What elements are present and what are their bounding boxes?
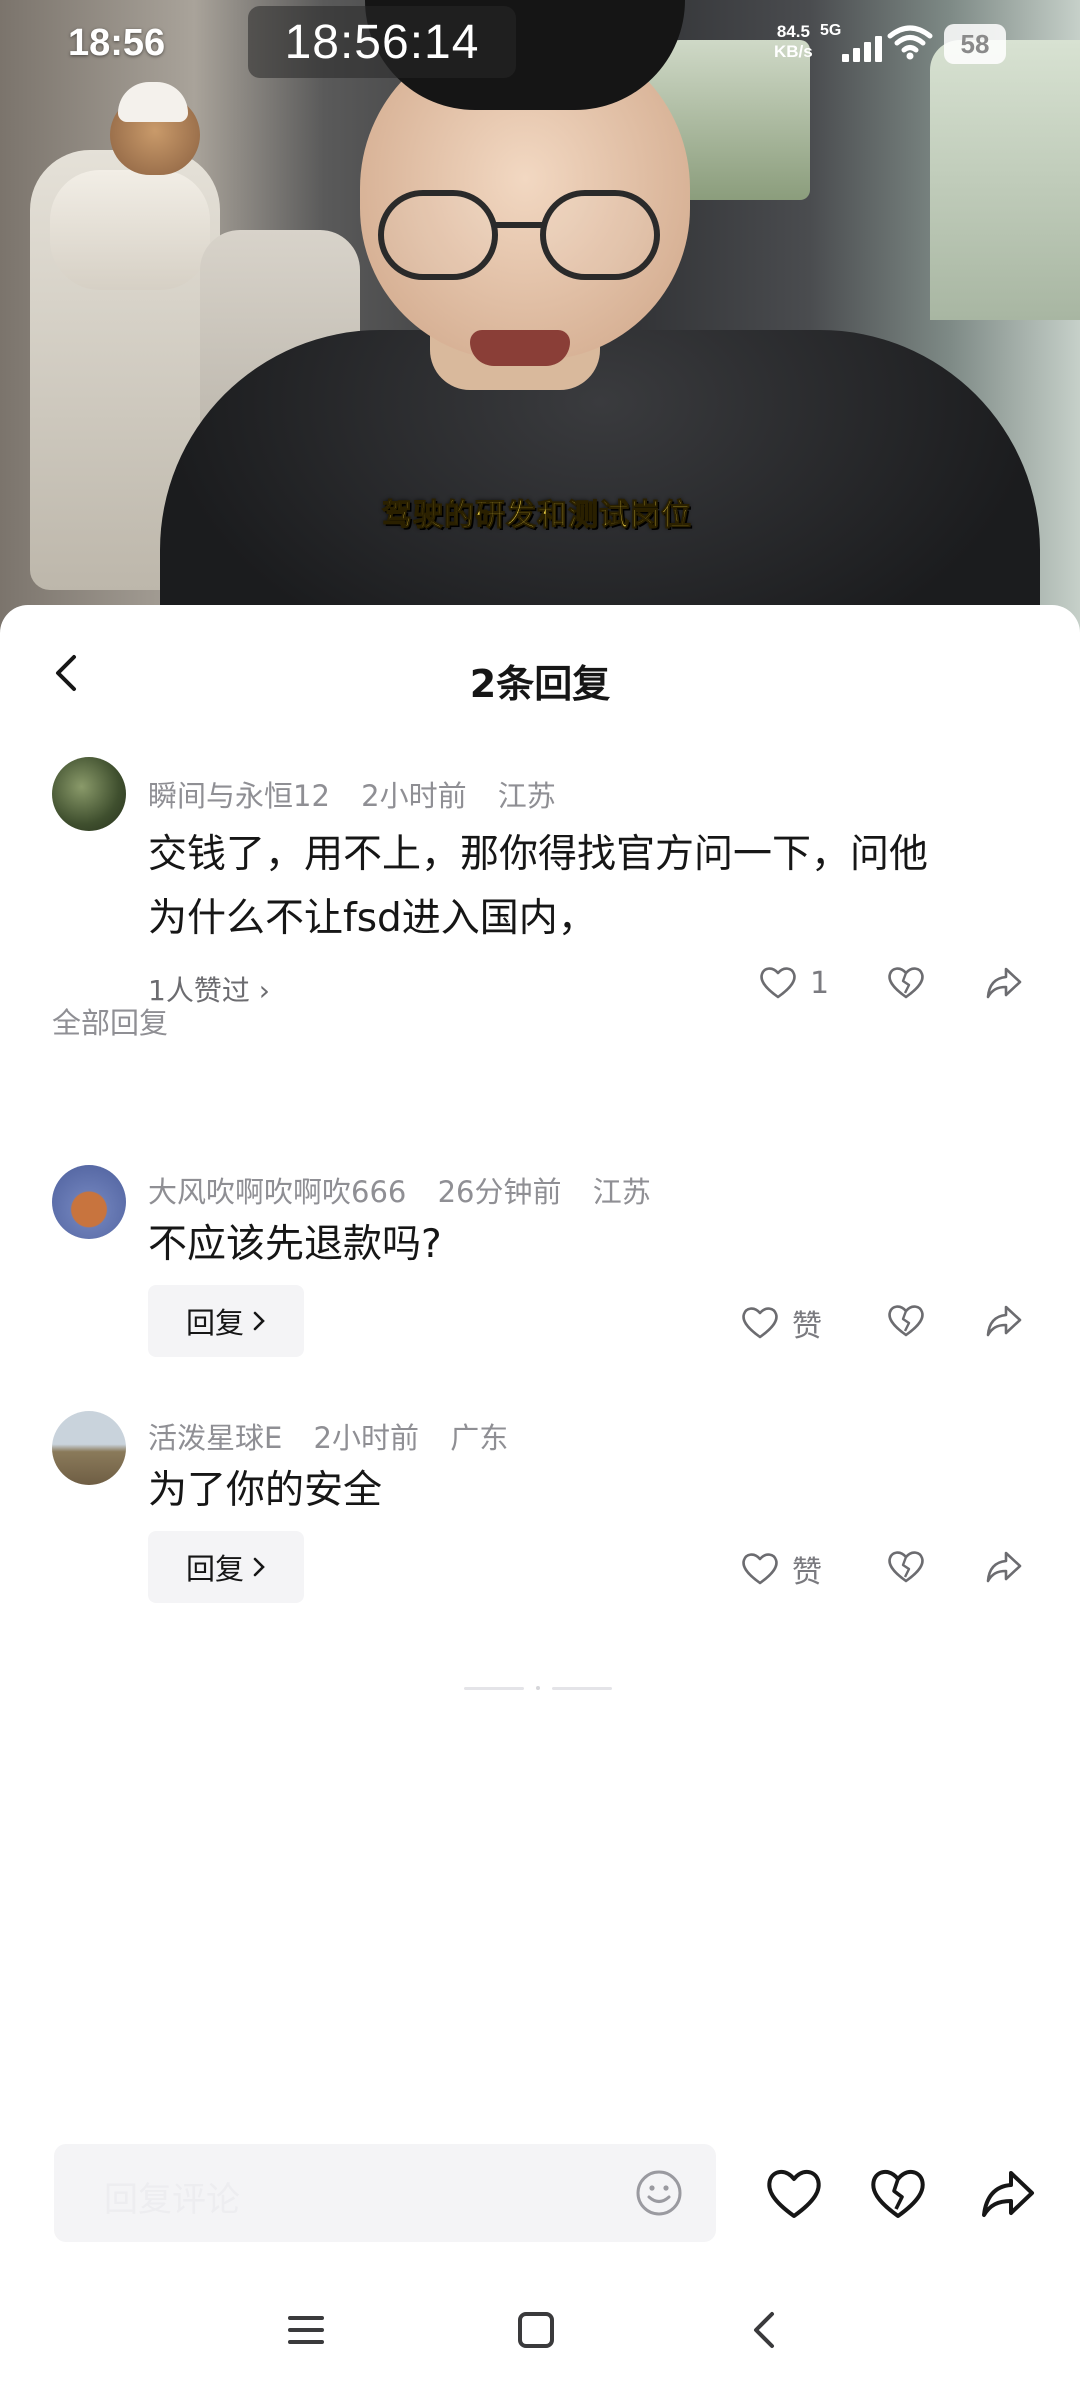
like-button[interactable]: 赞 [740, 1547, 822, 1591]
reply-button[interactable]: 回复 [148, 1285, 304, 1357]
reply-button[interactable]: 回复 [148, 1531, 304, 1603]
net-speed-unit: KB/s [774, 42, 813, 61]
sheet-title: 2条回复 [469, 662, 611, 706]
signal-icon [842, 36, 886, 62]
like-label: 赞 [792, 1555, 822, 1590]
chevron-right-icon [253, 1557, 265, 1577]
avatar[interactable] [52, 757, 126, 831]
back-icon[interactable] [742, 2306, 790, 2354]
reply-button-label: 回复 [185, 1552, 244, 1586]
avatar[interactable] [52, 1411, 126, 1485]
broken-heart-icon[interactable] [886, 1547, 926, 1587]
system-nav-bar [0, 2292, 1080, 2372]
chevron-right-icon [253, 1311, 265, 1331]
reply-time: 26分钟前 [437, 1175, 562, 1209]
reply-location: 江苏 [592, 1175, 651, 1209]
reply-meta: 大风吹啊吹啊吹666 26分钟前 江苏 [148, 1169, 673, 1211]
reply-meta: 活泼星球E 2小时前 广东 [148, 1415, 530, 1457]
comment-time: 2小时前 [361, 779, 467, 813]
share-icon[interactable] [984, 963, 1024, 1003]
reply-input[interactable]: 回复评论 [54, 2144, 716, 2242]
video-player[interactable]: 18:56 18:56:14 84.5 KB/s 5G 58 驾驶的研发和测试岗… [0, 0, 1080, 640]
reply-username[interactable]: 活泼星球E [148, 1421, 282, 1455]
like-button[interactable]: 1 [758, 963, 829, 1003]
share-icon[interactable] [984, 1547, 1024, 1587]
person-shirt [160, 330, 1040, 640]
comment-username[interactable]: 瞬间与永恒12 [148, 779, 330, 813]
reply-input-placeholder: 回复评论 [104, 2180, 240, 2220]
clock-overlay: 18:56:14 [248, 6, 516, 78]
reply-location: 广东 [450, 1421, 509, 1455]
menu-icon[interactable] [282, 2306, 330, 2354]
reply-time: 2小时前 [313, 1421, 419, 1455]
share-icon[interactable] [978, 2164, 1038, 2224]
glasses-right-lens [540, 190, 660, 280]
glasses-bridge [494, 222, 544, 228]
comment-text[interactable]: 交钱了，用不上，那你得找官方问一下，问他 为什么不让fsd进入国内， [148, 823, 1028, 951]
like-label: 赞 [792, 1309, 822, 1344]
net-speed: 84.5 KB/s [774, 22, 813, 62]
end-of-list-indicator [458, 1685, 618, 1691]
reply-button-label: 回复 [185, 1306, 244, 1340]
car-window-right [930, 40, 1080, 320]
broken-heart-icon[interactable] [886, 1301, 926, 1341]
glasses-left-lens [378, 190, 498, 280]
status-time: 18:56 [68, 22, 166, 64]
comment-location: 江苏 [497, 779, 556, 813]
smiley-icon[interactable] [634, 2168, 684, 2218]
comment-text-line-1: 交钱了，用不上，那你得找官方问一下，问他 [148, 832, 929, 877]
wifi-icon [887, 25, 933, 60]
broken-heart-icon[interactable] [886, 963, 926, 1003]
avatar[interactable] [52, 1165, 126, 1239]
broken-heart-icon[interactable] [868, 2164, 928, 2224]
reply-sheet: 2条回复 瞬间与永恒12 2小时前 江苏 交钱了，用不上，那你得找官方问一下，问… [0, 605, 1080, 2400]
heart-icon [742, 1307, 778, 1339]
reply-username[interactable]: 大风吹啊吹啊吹666 [148, 1175, 406, 1209]
battery-indicator: 58 [944, 24, 1006, 64]
car-headrest [50, 170, 210, 290]
video-subtitle: 驾驶的研发和测试岗位 [382, 498, 692, 534]
like-count: 1 [810, 965, 830, 1001]
net-speed-value: 84.5 [776, 22, 810, 41]
heart-icon[interactable] [764, 2164, 824, 2224]
heart-icon [760, 967, 796, 999]
reply-text[interactable]: 不应该先退款吗? [148, 1213, 442, 1277]
comment-text-line-2: 为什么不让fsd进入国内， [148, 896, 597, 941]
person-mouth [470, 330, 570, 366]
all-replies-label: 全部回复 [52, 1006, 169, 1040]
teddy-bear-hat [118, 82, 188, 122]
comment-meta: 瞬间与永恒12 2小时前 江苏 [148, 773, 578, 815]
home-icon[interactable] [512, 2306, 560, 2354]
network-type: 5G [820, 22, 842, 39]
share-icon[interactable] [984, 1301, 1024, 1341]
heart-icon [742, 1553, 778, 1585]
like-button[interactable]: 赞 [740, 1301, 822, 1345]
reply-text[interactable]: 为了你的安全 [148, 1459, 382, 1523]
